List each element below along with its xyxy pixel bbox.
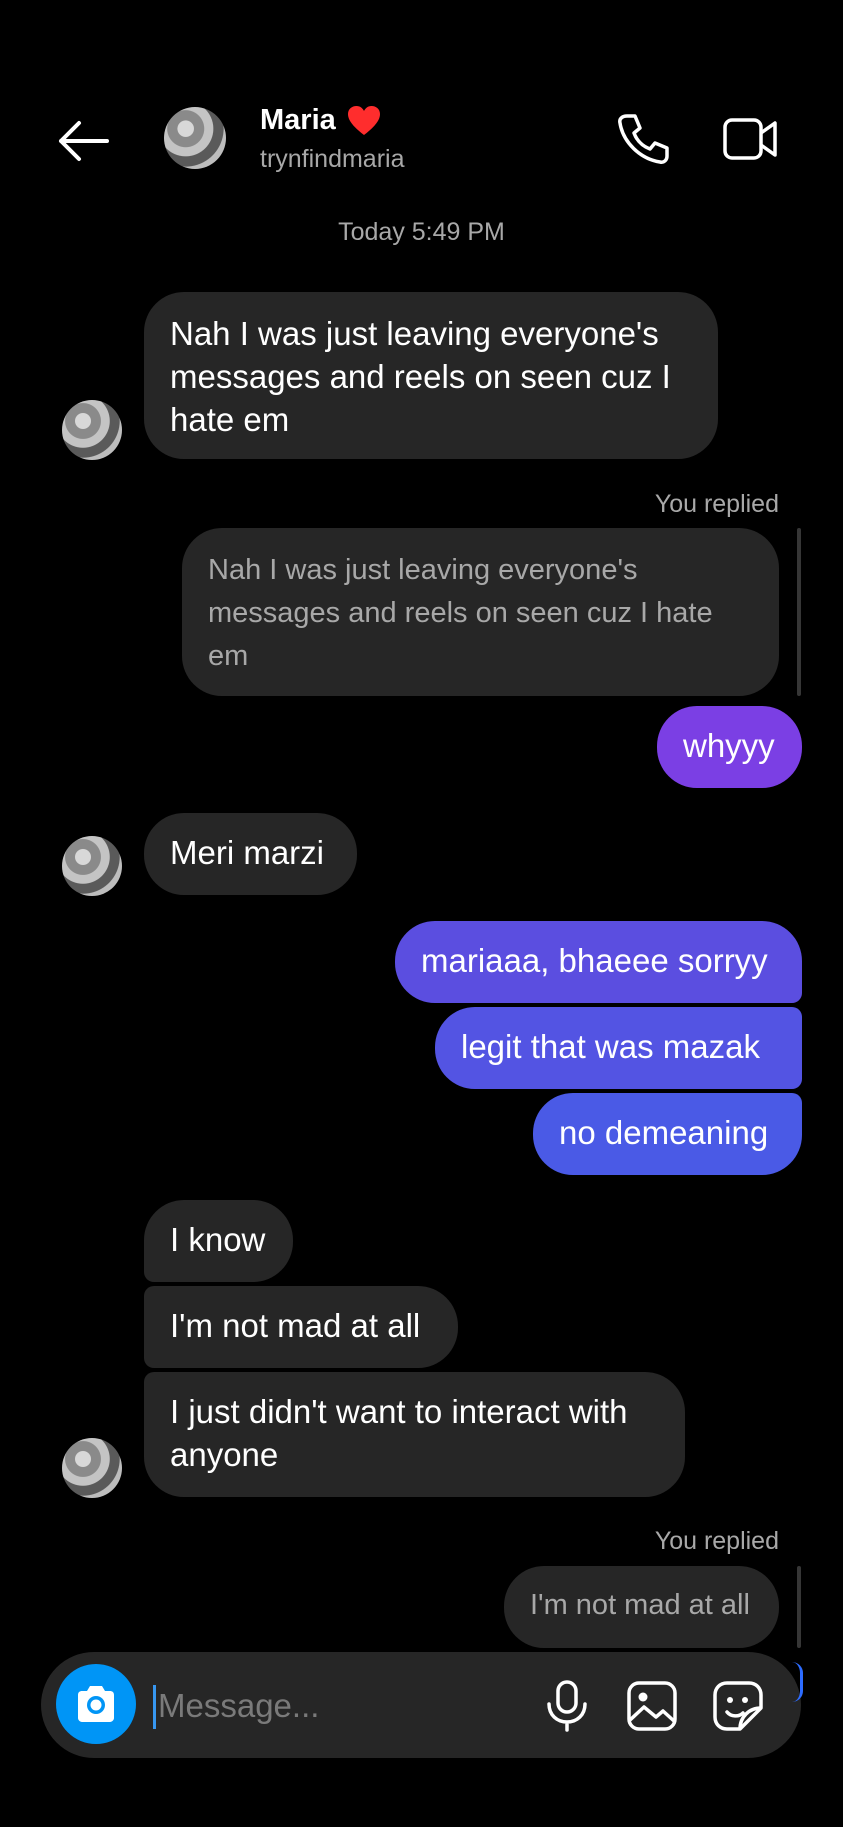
message-text: legit that was mazak [461,1028,760,1065]
message-text: Nah I was just leaving everyone's messag… [170,315,671,438]
outgoing-message[interactable]: whyyy [657,706,802,788]
chat-timestamp: Today 5:49 PM [338,218,505,246]
outgoing-message[interactable]: legit that was mazak [435,1007,802,1089]
quoted-text: Nah I was just leaving everyone's messag… [208,554,713,672]
video-camera-icon[interactable] [722,115,778,163]
message-text: no demeaning [559,1114,769,1151]
quoted-reply[interactable]: I'm not mad at all [504,1566,779,1648]
message-text: I know [170,1221,266,1258]
message-input[interactable] [158,1680,518,1732]
outgoing-message[interactable]: mariaaa, bhaeee sorryy [395,921,802,1003]
scroll-edge-indicator [792,1662,803,1702]
outgoing-message[interactable]: no demeaning [533,1093,802,1175]
incoming-message[interactable]: I know [144,1200,293,1282]
incoming-message[interactable]: Nah I was just leaving everyone's messag… [144,292,718,459]
red-heart-icon [348,106,380,135]
you-replied-label: You replied [654,1527,779,1555]
contact-avatar-small[interactable] [62,1438,122,1498]
message-text: mariaaa, bhaeee sorryy [421,942,768,979]
microphone-icon[interactable] [544,1680,590,1732]
back-arrow-icon[interactable] [55,118,111,164]
quoted-reply[interactable]: Nah I was just leaving everyone's messag… [182,528,779,696]
contact-username[interactable]: trynfindmaria [260,145,405,174]
sticker-icon[interactable] [712,1680,764,1732]
message-text: whyyy [683,727,775,764]
contact-name[interactable]: Maria [260,104,336,137]
message-text: I'm not mad at all [170,1307,421,1344]
reply-indicator-bar [797,528,801,696]
contact-avatar-small[interactable] [62,400,122,460]
contact-avatar[interactable] [164,107,226,169]
you-replied-label: You replied [654,490,779,518]
camera-button[interactable] [56,1664,136,1744]
incoming-message[interactable]: I'm not mad at all [144,1286,458,1368]
reply-indicator-bar [797,1566,801,1648]
message-text: I just didn't want to interact with anyo… [170,1393,628,1473]
camera-icon [78,1686,114,1722]
contact-avatar-small[interactable] [62,836,122,896]
phone-icon[interactable] [615,112,671,166]
message-text: Meri marzi [170,834,324,871]
incoming-message[interactable]: Meri marzi [144,813,357,895]
quoted-text: I'm not mad at all [530,1589,750,1621]
incoming-message[interactable]: I just didn't want to interact with anyo… [144,1372,685,1497]
text-cursor [153,1685,156,1729]
gallery-icon[interactable] [626,1680,678,1732]
